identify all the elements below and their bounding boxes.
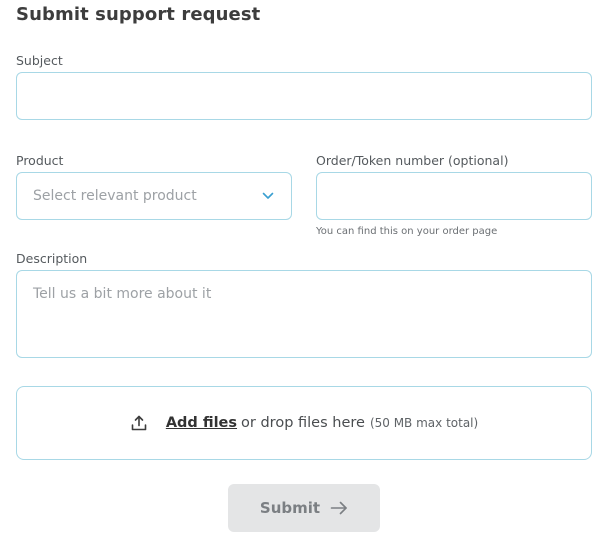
subject-field-wrapper — [16, 72, 592, 120]
support-request-form: Submit support request Subject Product S… — [0, 0, 606, 543]
description-label: Description — [16, 251, 88, 266]
order-hint: You can find this on your order page — [316, 226, 498, 237]
arrow-right-icon — [330, 501, 348, 515]
upload-icon — [130, 414, 148, 432]
product-select-value: Select relevant product — [33, 188, 197, 204]
file-dropzone[interactable]: Add files or drop files here (50 MB max … — [16, 386, 592, 460]
subject-label: Subject — [16, 53, 63, 68]
submit-button[interactable]: Submit — [228, 484, 380, 532]
chevron-down-icon — [261, 189, 275, 203]
drop-files-text: or drop files here — [241, 415, 365, 431]
order-number-input[interactable] — [317, 173, 591, 219]
order-label: Order/Token number (optional) — [316, 153, 509, 168]
submit-button-label: Submit — [259, 499, 321, 517]
product-label: Product — [16, 153, 64, 168]
subject-input[interactable] — [17, 73, 591, 119]
order-field-wrapper — [316, 172, 592, 220]
upload-size-note: (50 MB max total) — [369, 416, 479, 430]
add-files-link[interactable]: Add files — [166, 415, 237, 431]
form-title: Submit support request — [16, 4, 261, 25]
description-textarea[interactable] — [17, 271, 591, 357]
description-field-wrapper — [16, 270, 592, 358]
product-select[interactable]: Select relevant product — [16, 172, 292, 220]
